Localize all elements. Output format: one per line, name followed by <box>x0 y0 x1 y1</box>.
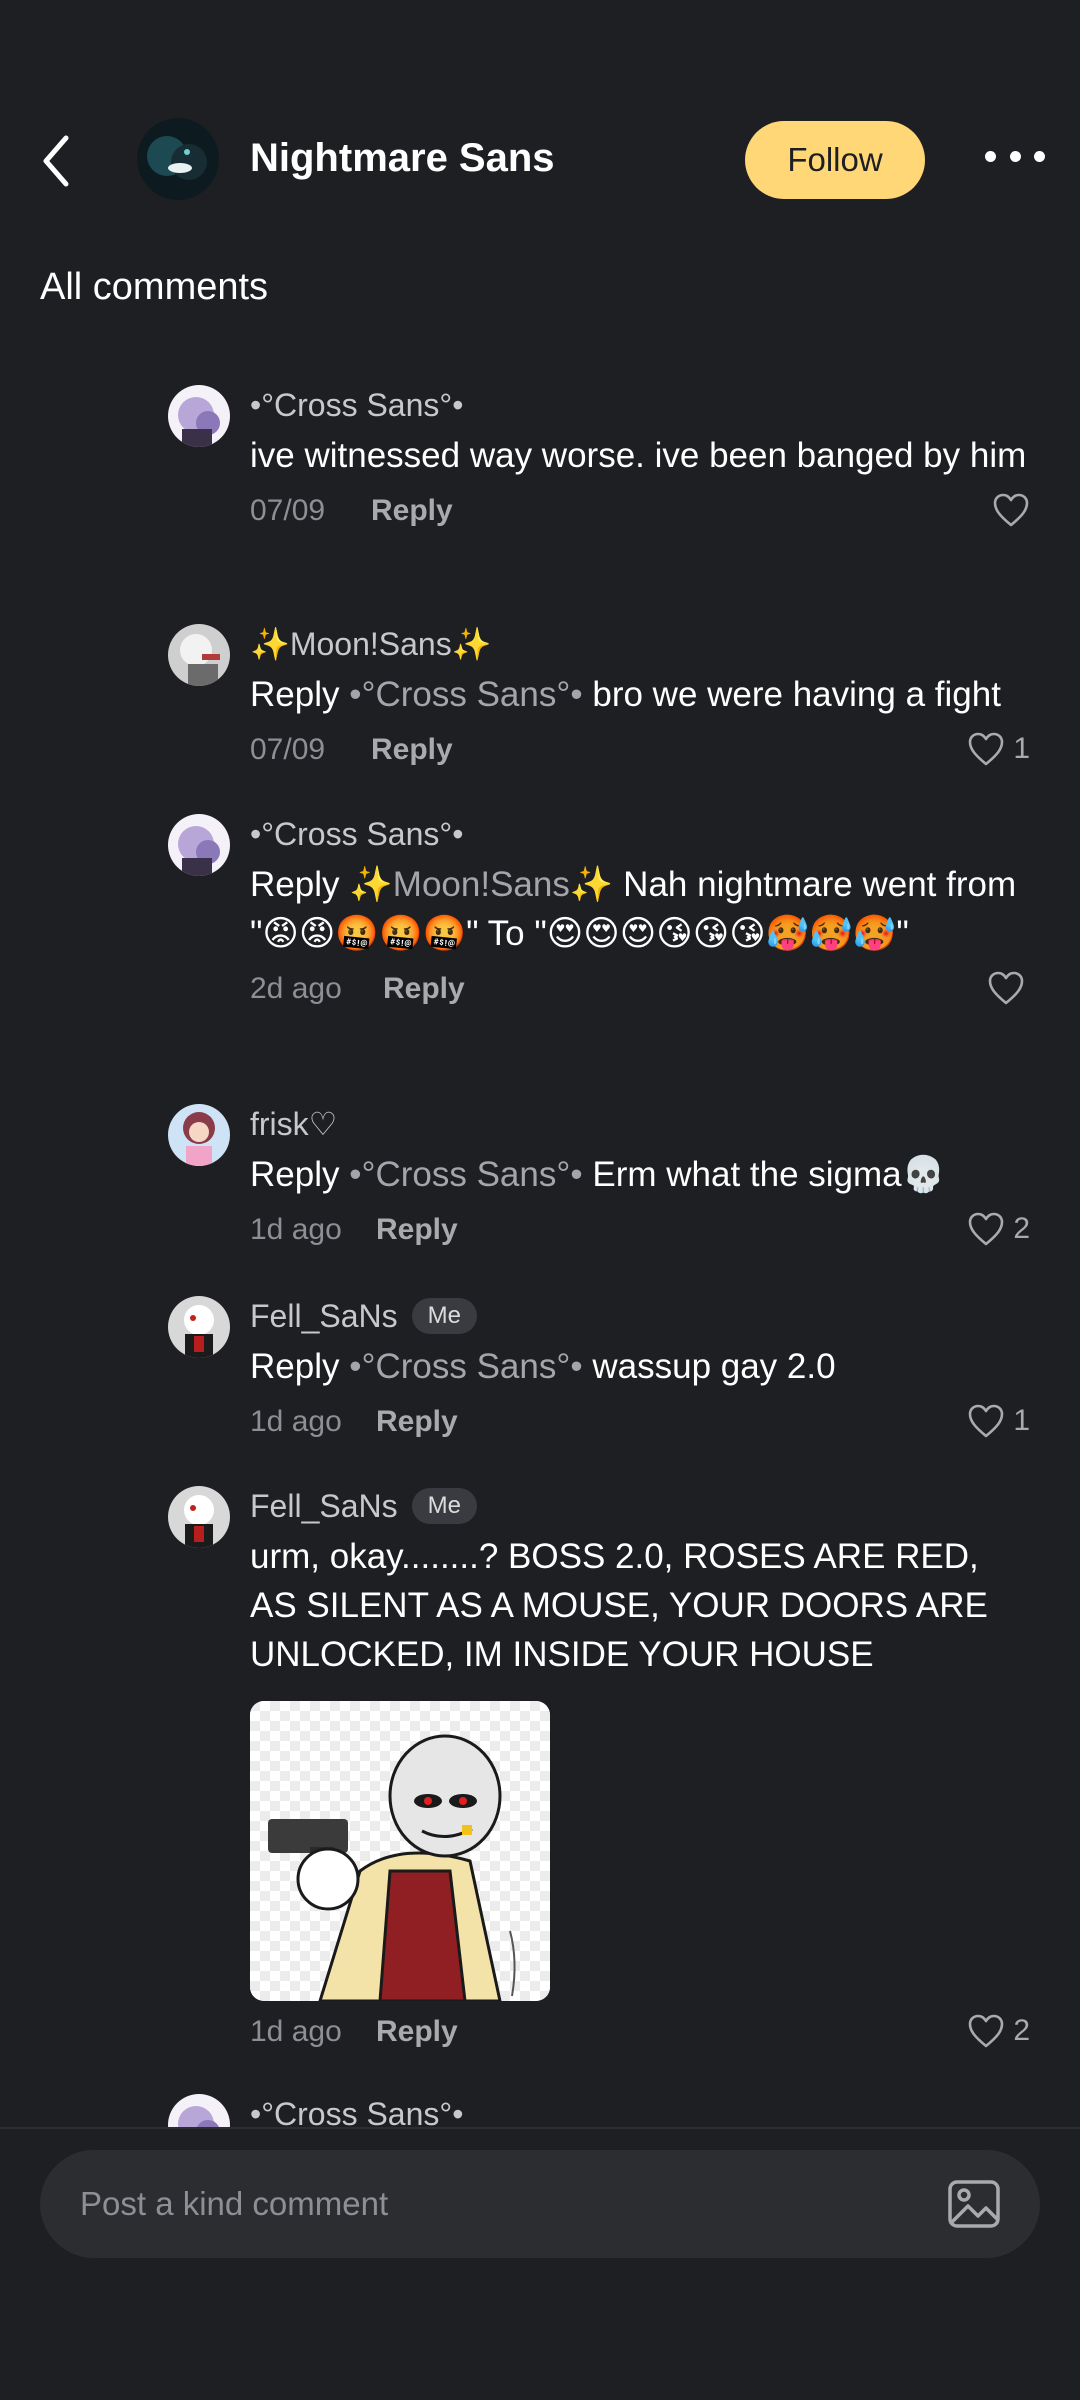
reply-button[interactable]: Reply <box>383 972 465 1006</box>
avatar[interactable] <box>168 624 230 686</box>
like-count: 1 <box>1013 1404 1030 1437</box>
reply-button[interactable]: Reply <box>376 1405 458 1439</box>
comment-text: Reply •°Cross Sans°• wassup gay 2.0 <box>250 1347 836 1386</box>
like-count: 2 <box>1013 1212 1030 1245</box>
comment-text: urm, okay........? BOSS 2.0, ROSES ARE R… <box>250 1537 988 1674</box>
like-count: 2 <box>1013 2014 1030 2047</box>
mention[interactable]: •°Cross Sans°• <box>349 1155 582 1194</box>
comment-text: Reply •°Cross Sans°• bro we were having … <box>250 675 1001 714</box>
heart-icon <box>969 1404 1004 1438</box>
back-chevron-icon[interactable] <box>36 132 80 190</box>
comment-author[interactable]: ✨Moon!Sans✨ <box>250 624 1030 664</box>
comment-author[interactable]: •°Cross Sans°• <box>250 814 1030 854</box>
comment-date: 1d ago <box>250 2015 342 2048</box>
mention[interactable]: •°Cross Sans°• <box>349 1347 582 1386</box>
comment-date: 1d ago <box>250 1405 342 1438</box>
like-button[interactable]: 1 <box>967 731 1030 767</box>
heart-icon <box>969 1212 1004 1246</box>
comment-image-attachment[interactable] <box>250 1701 550 2001</box>
avatar[interactable] <box>168 1296 230 1358</box>
reply-button[interactable]: Reply <box>376 2015 458 2049</box>
comment-date: 1d ago <box>250 1213 342 1246</box>
follow-button[interactable]: Follow <box>745 121 925 199</box>
like-count: 1 <box>1013 732 1030 765</box>
heart-icon <box>993 493 1029 527</box>
image-icon[interactable] <box>946 2178 1002 2230</box>
avatar[interactable] <box>168 1486 230 1548</box>
mention[interactable]: •°Cross Sans°• <box>349 675 582 714</box>
heart-icon <box>988 971 1024 1005</box>
comment-author[interactable]: Fell_SaNs Me <box>250 1486 1030 1526</box>
comment-text: ive witnessed way worse. ive been banged… <box>250 436 1027 475</box>
comment-author[interactable]: Fell_SaNs Me <box>250 1296 1030 1336</box>
top-bar: Nightmare Sans Follow <box>0 118 1080 204</box>
reply-button[interactable]: Reply <box>376 1213 458 1247</box>
heart-icon <box>969 2014 1004 2048</box>
heart-icon <box>969 732 1004 766</box>
channel-avatar[interactable] <box>137 118 219 200</box>
mention[interactable]: ✨Moon!Sans✨ <box>349 865 613 904</box>
reply-button[interactable]: Reply <box>371 494 453 528</box>
comment-date: 2d ago <box>250 972 342 1005</box>
like-button[interactable]: 2 <box>967 2013 1030 2049</box>
more-dots-icon[interactable] <box>985 146 1045 166</box>
like-button[interactable] <box>992 492 1030 528</box>
avatar[interactable] <box>168 385 230 447</box>
like-button[interactable] <box>987 970 1025 1006</box>
me-badge: Me <box>411 1298 477 1334</box>
avatar[interactable] <box>168 1104 230 1166</box>
section-title: All comments <box>40 266 269 308</box>
sans-character-illustration <box>250 1701 550 2001</box>
comment-text: Reply •°Cross Sans°• Erm what the sigma💀 <box>250 1155 946 1194</box>
comment-author[interactable]: frisk♡ <box>250 1104 1030 1144</box>
like-button[interactable]: 1 <box>967 1403 1030 1439</box>
comment-text: Reply ✨Moon!Sans✨ Nah nightmare went fro… <box>250 865 1017 953</box>
reply-button[interactable]: Reply <box>371 733 453 767</box>
comment-date: 07/09 <box>250 494 326 527</box>
comment-input[interactable] <box>40 2150 1040 2258</box>
comment-author[interactable]: •°Cross Sans°• <box>250 385 1030 425</box>
me-badge: Me <box>411 1488 477 1524</box>
avatar[interactable] <box>168 814 230 876</box>
like-button[interactable]: 2 <box>967 1211 1030 1247</box>
channel-name[interactable]: Nightmare Sans <box>250 136 555 181</box>
comment-date: 07/09 <box>250 733 326 766</box>
